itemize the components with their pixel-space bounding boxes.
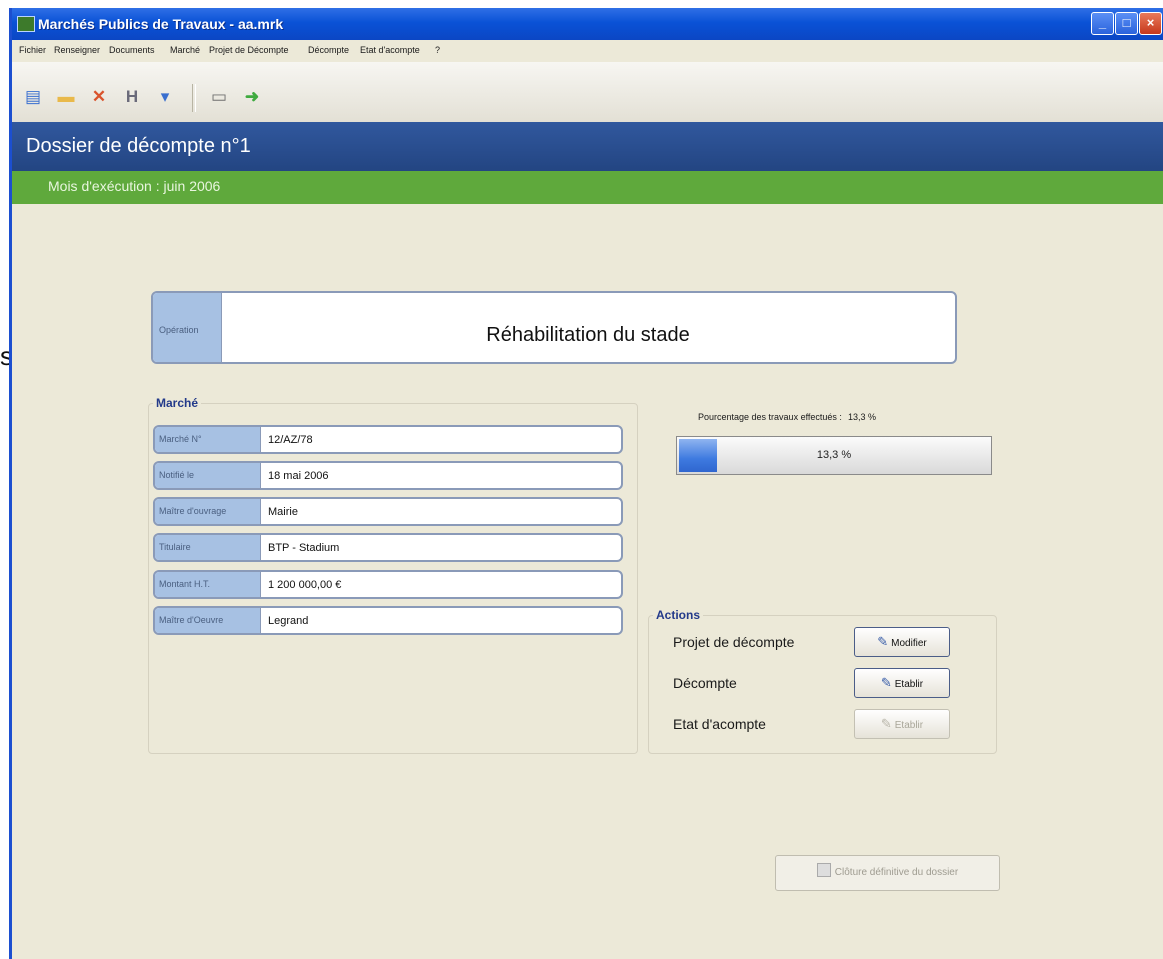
field-label: Montant H.T. xyxy=(155,572,261,597)
lock-icon xyxy=(816,863,831,877)
action-label-projet: Projet de décompte xyxy=(673,634,795,650)
field-value: 12/AZ/78 xyxy=(268,434,313,446)
progress-caption: Pourcentage des travaux effectués : 13,3 … xyxy=(698,412,876,422)
field-value: Mairie xyxy=(268,506,298,518)
field-value: 1 200 000,00 € xyxy=(268,579,342,591)
operation-box: Opération Réhabilitation du stade xyxy=(151,291,957,364)
execution-month: Mois d'exécution : juin 2006 xyxy=(48,178,221,194)
field-notifie-le: Notifié le 18 mai 2006 xyxy=(153,461,623,490)
page-title: Dossier de décompte n°1 xyxy=(26,135,251,157)
menu-projet-decompte[interactable]: Projet de Décompte xyxy=(209,45,289,55)
operation-label: Opération xyxy=(153,293,222,362)
pencil-icon: ✎ xyxy=(877,634,889,649)
window-title: Marchés Publics de Travaux - aa.mrk xyxy=(38,16,284,32)
page-header: Dossier de décompte n°1 xyxy=(12,122,1163,171)
open-folder-icon[interactable]: ▬ xyxy=(55,86,77,108)
field-maitre-ouvrage: Maître d'ouvrage Mairie xyxy=(153,497,623,526)
field-titulaire: Titulaire BTP - Stadium xyxy=(153,533,623,562)
etablir-decompte-button[interactable]: ✎ Etablir xyxy=(854,668,950,698)
title-bar: Marchés Publics de Travaux - aa.mrk _ □ … xyxy=(12,8,1163,40)
cloture-dossier-button[interactable]: Clôture définitive du dossier xyxy=(775,855,1000,891)
action-label-decompte: Décompte xyxy=(673,675,737,691)
field-value: 18 mai 2006 xyxy=(268,470,329,482)
action-label-etat-acompte: Etat d'acompte xyxy=(673,716,766,732)
field-label: Titulaire xyxy=(155,535,261,560)
h-tool-icon[interactable]: H xyxy=(121,86,143,108)
field-label: Maître d'ouvrage xyxy=(155,499,261,524)
print-icon[interactable]: ▭ xyxy=(208,86,230,108)
menu-documents[interactable]: Documents xyxy=(109,45,155,55)
field-montant-ht: Montant H.T. 1 200 000,00 € xyxy=(153,570,623,599)
modifier-button[interactable]: ✎ Modifier xyxy=(854,627,950,657)
progress-label: Pourcentage des travaux effectués : xyxy=(698,412,842,422)
app-window: Marchés Publics de Travaux - aa.mrk _ □ … xyxy=(9,8,1163,959)
menu-renseigner[interactable]: Renseigner xyxy=(54,45,100,55)
progress-bar-label: 13,3 % xyxy=(816,449,852,461)
field-value: Legrand xyxy=(268,615,309,627)
menu-bar: Fichier Renseigner Documents Marché Proj… xyxy=(12,40,1163,62)
app-icon xyxy=(17,16,35,32)
progress-value-text: 13,3 % xyxy=(847,412,876,422)
field-label: Notifié le xyxy=(155,463,261,488)
delete-icon[interactable]: ✕ xyxy=(88,86,110,108)
field-label: Marché N° xyxy=(155,427,261,452)
h-tool-icon-2[interactable]: ▾ xyxy=(154,86,176,108)
field-label: Maître d'Oeuvre xyxy=(155,608,261,633)
close-icon[interactable]: × xyxy=(1139,12,1162,35)
etablir-etat-acompte-button[interactable]: ✎ Etablir xyxy=(854,709,950,739)
pencil-icon: ✎ xyxy=(880,716,892,731)
actions-group-title: Actions xyxy=(653,608,704,622)
toolbar: ▤ ▬ ✕ H ▾ ▭ ➜ xyxy=(12,62,1163,123)
maximize-icon[interactable]: □ xyxy=(1115,12,1138,35)
menu-fichier[interactable]: Fichier xyxy=(19,45,46,55)
menu-marche[interactable]: Marché xyxy=(170,45,200,55)
toolbar-separator xyxy=(192,84,196,112)
menu-etat-acompte[interactable]: Etat d'acompte xyxy=(360,45,420,55)
field-marche-no: Marché N° 12/AZ/78 xyxy=(153,425,623,454)
menu-help[interactable]: ? xyxy=(435,45,440,55)
menu-decompte[interactable]: Décompte xyxy=(308,45,349,55)
next-arrow-icon[interactable]: ➜ xyxy=(241,86,263,108)
minimize-icon[interactable]: _ xyxy=(1091,12,1114,35)
page-subheader: Mois d'exécution : juin 2006 xyxy=(12,171,1163,204)
pencil-icon: ✎ xyxy=(880,675,892,690)
progress-bar: 13,3 % xyxy=(676,436,992,475)
new-document-icon[interactable]: ▤ xyxy=(22,86,44,108)
field-value: BTP - Stadium xyxy=(268,542,340,554)
field-maitre-oeuvre: Maître d'Oeuvre Legrand xyxy=(153,606,623,635)
operation-value: Réhabilitation du stade xyxy=(486,324,690,346)
marche-group-title: Marché xyxy=(153,396,202,410)
